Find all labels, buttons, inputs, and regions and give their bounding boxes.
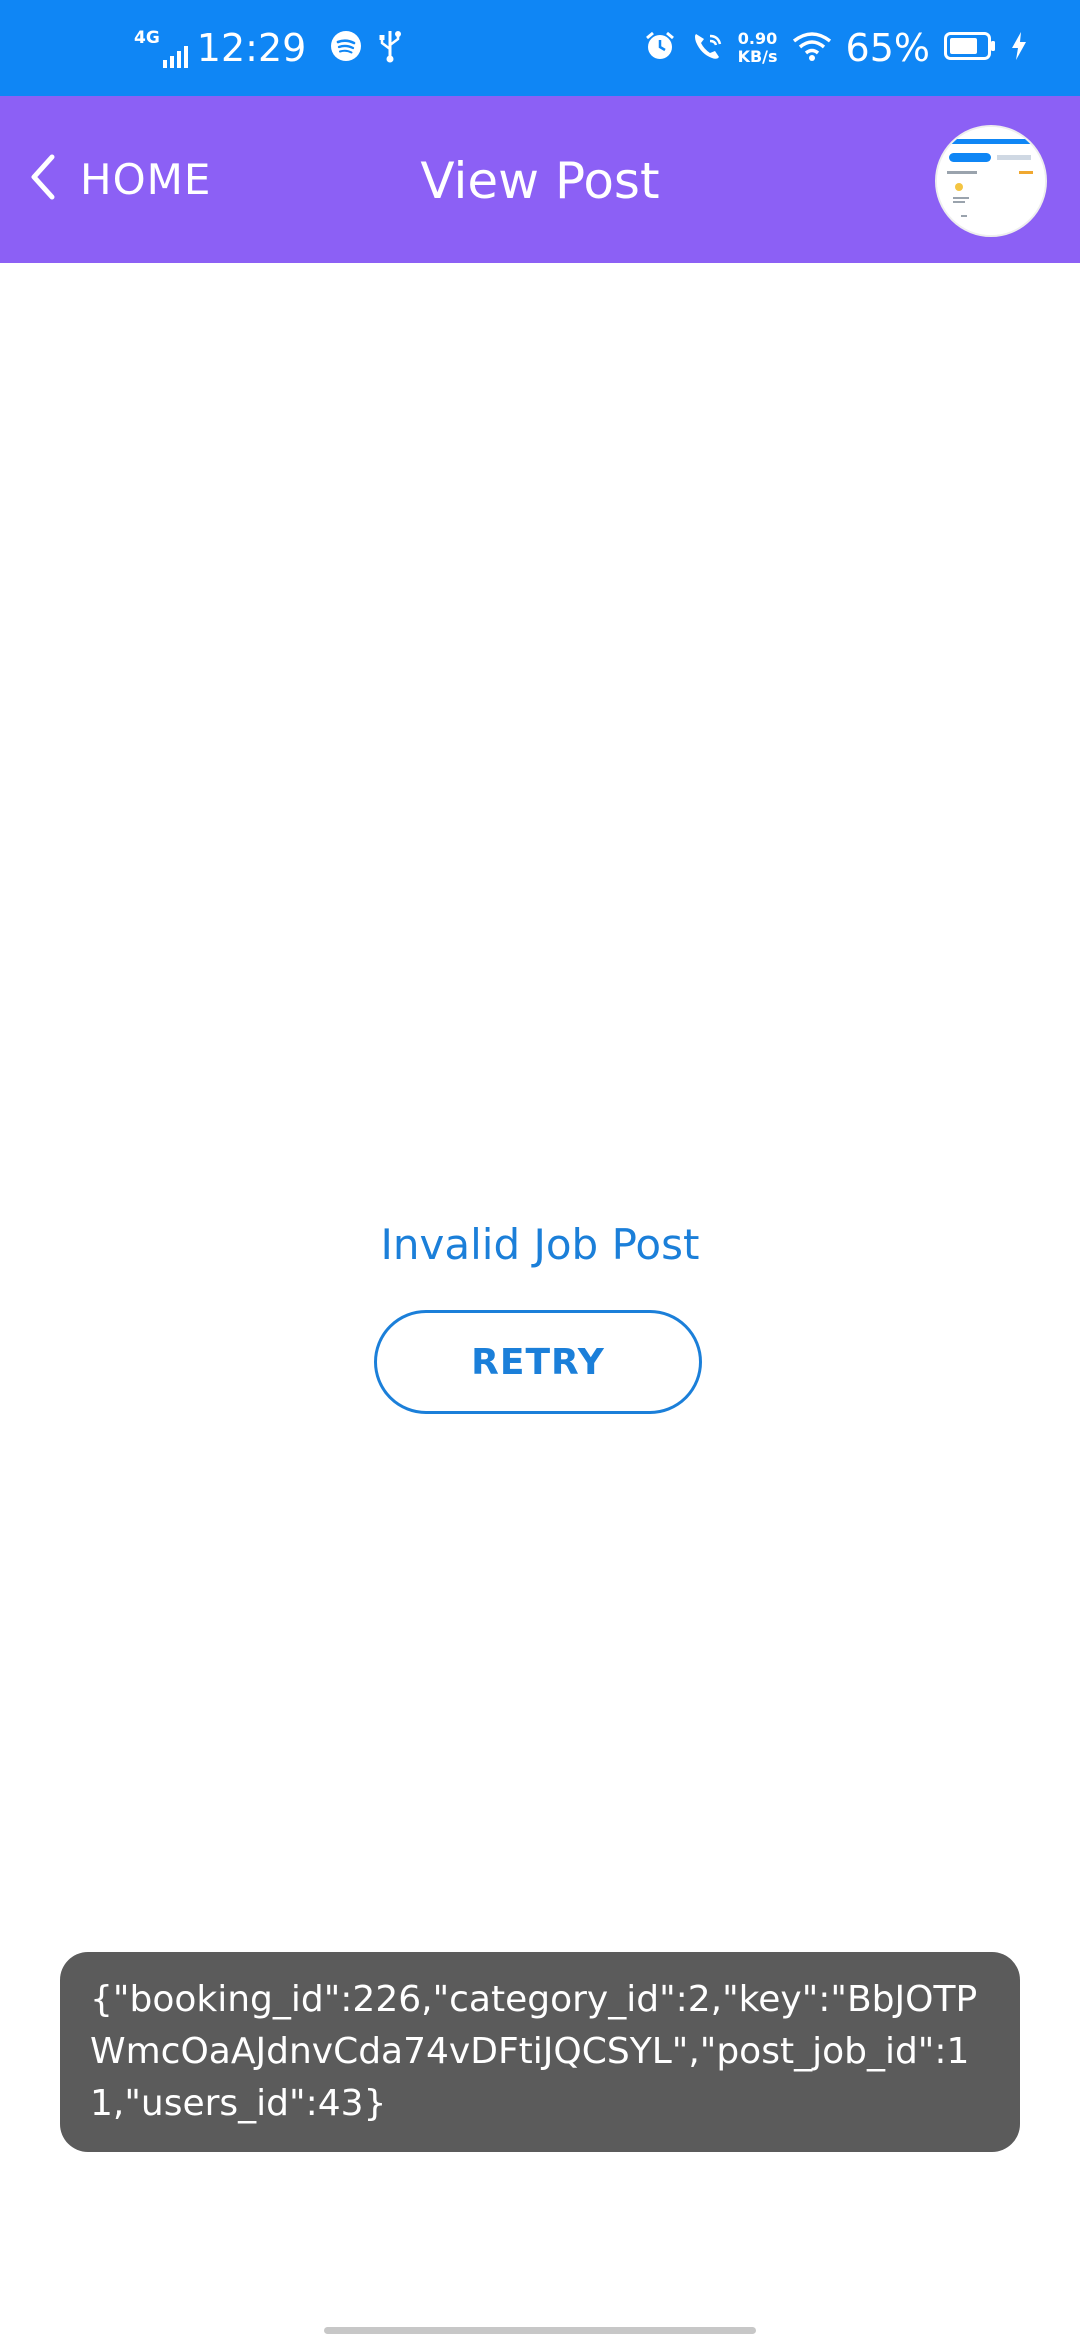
- status-bar-right: 0.90 KB/s 65%: [630, 0, 1028, 96]
- clock: 12:29: [196, 26, 307, 70]
- retry-button[interactable]: RETRY: [374, 1310, 702, 1414]
- home-indicator[interactable]: [324, 2327, 756, 2334]
- spotify-icon: [330, 30, 362, 66]
- page-title: View Post: [420, 152, 660, 210]
- speed-unit: KB/s: [737, 47, 778, 66]
- signal-icon: 4G: [134, 28, 189, 68]
- toast-message: {"booking_id":226,"category_id":2,"key":…: [60, 1952, 1020, 2152]
- floating-preview-thumbnail[interactable]: [935, 125, 1047, 237]
- battery-icon: [944, 32, 996, 64]
- network-speed: 0.90 KB/s: [738, 30, 778, 66]
- wifi-icon: [792, 31, 832, 65]
- thumbnail-image: [937, 127, 1045, 235]
- network-type: 4G: [134, 28, 160, 48]
- status-bar: 4G 12:29 0.90 KB/s 65%: [0, 0, 1080, 96]
- speed-value: 0.90: [737, 29, 778, 48]
- usb-icon: [378, 29, 402, 67]
- alarm-icon: [644, 30, 676, 66]
- status-bar-left: 4G 12:29: [134, 0, 402, 96]
- app-header: HOME View Post: [0, 96, 1080, 263]
- wifi-call-icon: [690, 30, 726, 66]
- error-message: Invalid Job Post: [380, 1220, 700, 1269]
- battery-percent: 65%: [845, 26, 930, 70]
- charging-icon: [1010, 31, 1028, 65]
